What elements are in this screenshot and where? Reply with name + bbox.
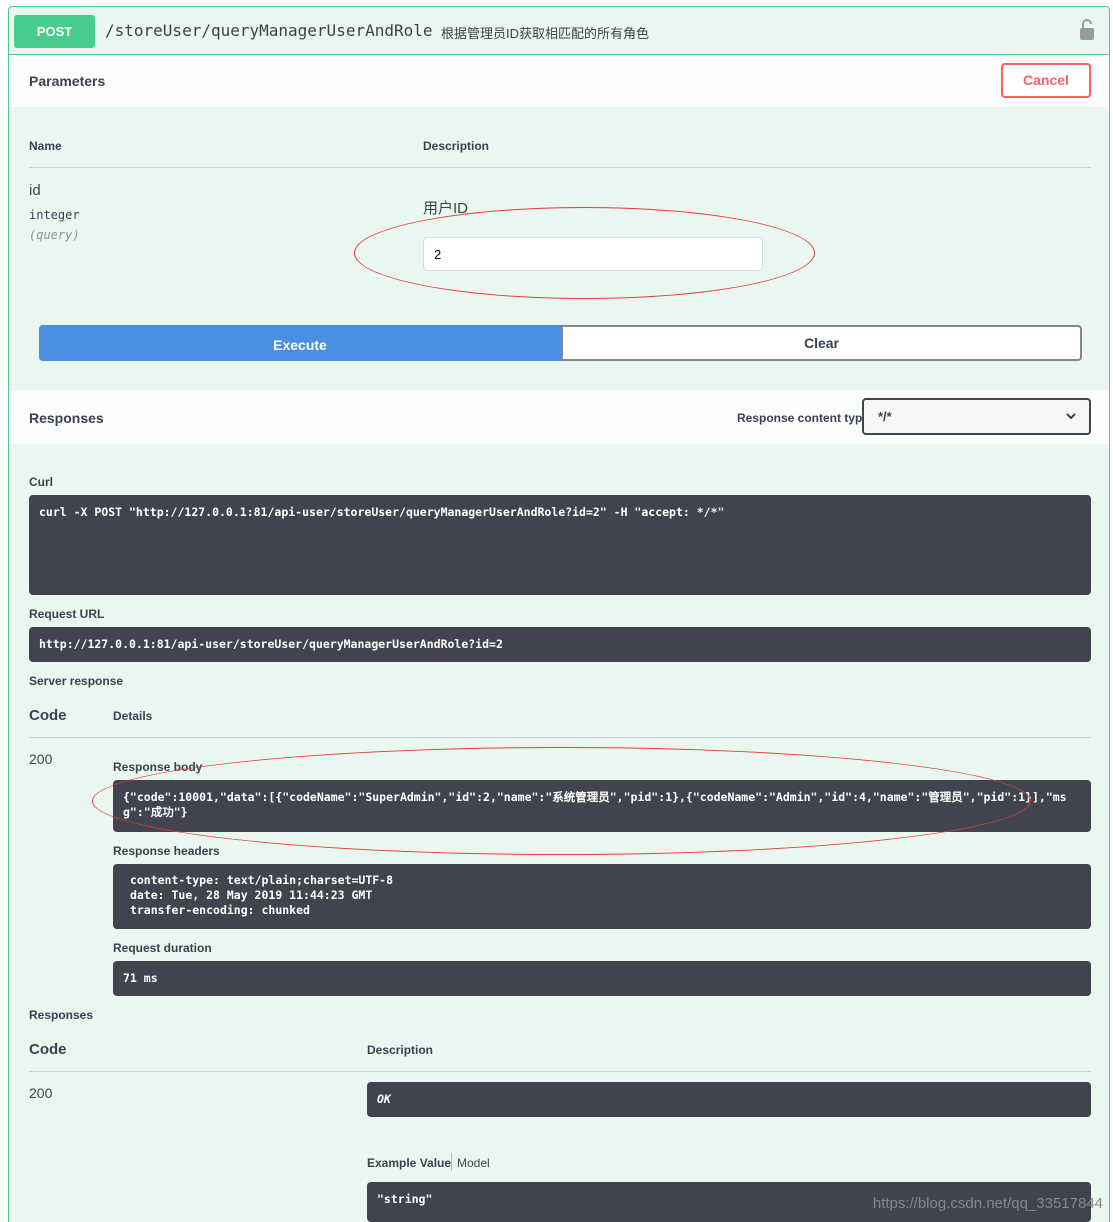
clear-button[interactable]: Clear <box>561 325 1082 361</box>
method-badge: POST <box>14 15 95 48</box>
responses-label: Responses <box>29 1008 94 1022</box>
curl-command[interactable]: curl -X POST "http://127.0.0.1:81/api-us… <box>29 495 1091 595</box>
model-tab[interactable]: Model <box>457 1156 490 1170</box>
action-buttons: Execute Clear <box>39 325 1082 361</box>
param-id-input[interactable]: 2 <box>423 237 763 271</box>
watermark: https://blog.csdn.net/qq_33517844 <box>872 1195 1103 1212</box>
request-duration: 71 ms <box>113 961 1091 996</box>
server-code-header: Code <box>29 707 67 724</box>
server-response-label: Server response <box>29 674 124 688</box>
parameters-title: Parameters <box>29 73 106 89</box>
divider <box>29 1071 1091 1072</box>
responses-header: Responses Response content type */* <box>9 390 1109 444</box>
param-name: id <box>29 182 41 199</box>
server-status-code: 200 <box>29 751 53 767</box>
operation-description: 根据管理员ID获取相匹配的所有角色 <box>441 26 650 41</box>
chevron-down-icon <box>1066 413 1076 420</box>
selected-content-type: */* <box>878 409 892 424</box>
responses-title: Responses <box>29 410 104 426</box>
example-value-tab[interactable]: Example Value <box>367 1156 451 1170</box>
lock-icon[interactable] <box>1079 19 1095 41</box>
curl-label: Curl <box>29 475 53 489</box>
server-details-header: Details <box>113 709 153 723</box>
col-name-header: Name <box>29 139 62 153</box>
response-body-label: Response body <box>113 760 203 774</box>
responses-description-header: Description <box>367 1043 434 1057</box>
response-content-type-label: Response content type <box>736 411 869 425</box>
response-body[interactable]: {"code":10001,"data":[{"codeName":"Super… <box>113 780 1091 832</box>
request-duration-label: Request duration <box>113 941 212 955</box>
cancel-button[interactable]: Cancel <box>1001 63 1091 98</box>
execute-button[interactable]: Execute <box>39 325 561 361</box>
col-description-header: Description <box>423 139 490 153</box>
response-content-type-select[interactable]: */* <box>862 398 1091 435</box>
request-url[interactable]: http://127.0.0.1:81/api-user/storeUser/q… <box>29 627 1091 662</box>
param-location: (query) <box>29 228 80 242</box>
operation-path: /storeUser/queryManagerUserAndRole <box>105 21 433 40</box>
response-description: OK <box>367 1082 1091 1117</box>
responses-status-code: 200 <box>29 1085 53 1101</box>
response-headers[interactable]: content-type: text/plain;charset=UTF-8 d… <box>113 864 1091 929</box>
param-description: 用户ID <box>423 200 469 217</box>
divider <box>29 167 1091 168</box>
request-url-label: Request URL <box>29 607 105 621</box>
param-type: integer <box>29 208 80 222</box>
operation-summary[interactable]: POST /storeUser/queryManagerUserAndRole … <box>9 7 1109 55</box>
divider <box>29 737 1091 738</box>
operation-block: POST /storeUser/queryManagerUserAndRole … <box>8 6 1110 1222</box>
response-headers-label: Response headers <box>113 844 220 858</box>
parameters-header: Parameters Cancel <box>9 55 1109 107</box>
tab-divider <box>451 1153 452 1171</box>
responses-code-header: Code <box>29 1041 67 1058</box>
